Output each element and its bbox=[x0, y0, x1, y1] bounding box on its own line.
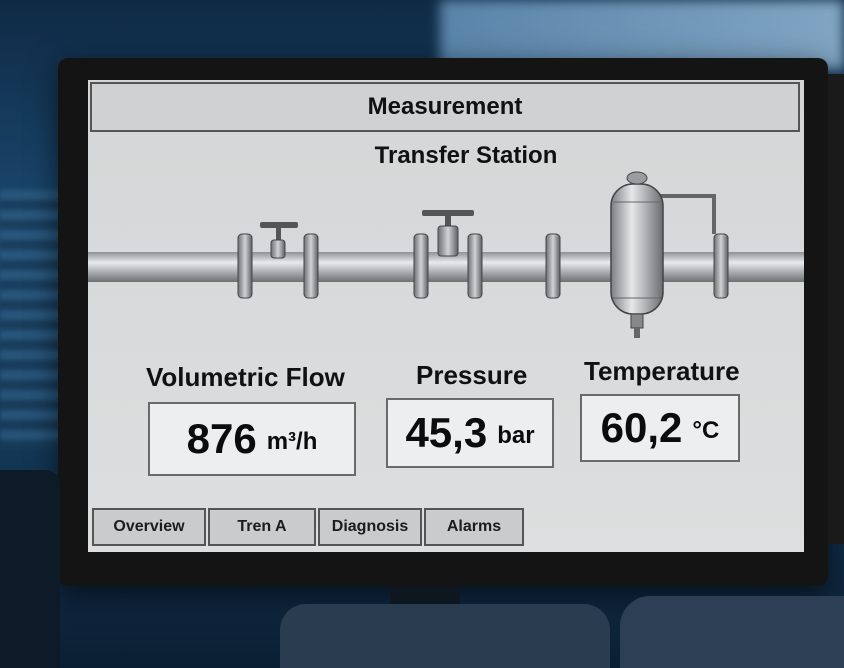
header-bar: Measurement bbox=[90, 82, 800, 132]
temperature-unit: °C bbox=[692, 417, 720, 444]
pressure-unit: bar bbox=[497, 422, 535, 449]
temperature-readout: 60,2 °C bbox=[580, 394, 740, 462]
tab-bar: Overview Tren A Diagnosis Alarms bbox=[92, 508, 524, 546]
pressure-readout: 45,3 bar bbox=[386, 398, 554, 468]
second-monitor-edge bbox=[828, 74, 844, 544]
flange bbox=[303, 233, 319, 299]
desk-phone-right bbox=[620, 596, 844, 668]
valve-2 bbox=[422, 210, 474, 257]
station-title: Transfer Station bbox=[374, 142, 558, 169]
flow-label: Volumetric Flow bbox=[146, 362, 345, 392]
page-title: Measurement bbox=[367, 93, 523, 120]
flange bbox=[713, 233, 729, 299]
tab-overview[interactable]: Overview bbox=[92, 508, 206, 546]
pressure-label: Pressure bbox=[416, 360, 528, 390]
flow-readout: 876 m³/h bbox=[148, 402, 356, 476]
tab-diagnosis[interactable]: Diagnosis bbox=[318, 508, 422, 546]
temperature-value: 60,2 bbox=[600, 404, 683, 451]
pressure-value: 45,3 bbox=[405, 409, 488, 456]
flange bbox=[467, 233, 483, 299]
desk-phone bbox=[280, 604, 610, 668]
desk-phone-left bbox=[0, 470, 60, 668]
pipeline-diagram bbox=[88, 171, 804, 338]
tab-tren-a[interactable]: Tren A bbox=[208, 508, 316, 546]
temperature-label: Temperature bbox=[584, 356, 740, 386]
flange bbox=[413, 233, 429, 299]
flow-unit: m³/h bbox=[266, 428, 318, 455]
hmi-screen: Measurement Transfer Station Volumetric … bbox=[88, 80, 804, 552]
flange bbox=[237, 233, 253, 299]
tab-alarms[interactable]: Alarms bbox=[424, 508, 524, 546]
flow-value: 876 bbox=[186, 415, 257, 462]
flange bbox=[545, 233, 561, 299]
